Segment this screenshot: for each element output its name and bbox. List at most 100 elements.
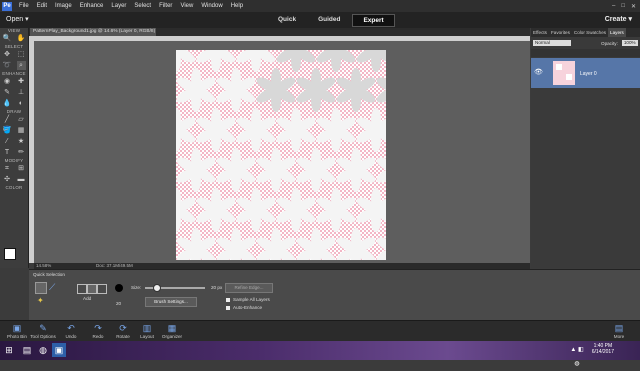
hand-tool-icon[interactable]: ✋	[17, 34, 26, 43]
layers-toolbar	[531, 49, 640, 57]
opacity-input[interactable]: 100%	[621, 40, 638, 46]
mode-guided-tab[interactable]: Guided	[308, 14, 350, 27]
close-button[interactable]: ✕	[631, 3, 636, 10]
brush-size-number: 20	[116, 301, 122, 306]
menu-edit[interactable]: Edit	[33, 3, 51, 9]
paint-bucket-tool-icon[interactable]: 🪣	[3, 126, 12, 135]
mode-quick-tab[interactable]: Quick	[268, 14, 306, 27]
content-aware-move-icon[interactable]: ✣	[3, 175, 12, 184]
organizer-button[interactable]: ▦ Organizer	[157, 323, 187, 339]
tool-options-icon: ✎	[39, 323, 47, 333]
tab-effects[interactable]: Effects	[531, 28, 549, 37]
pattern-image	[176, 50, 386, 260]
smart-brush-tool-icon[interactable]: ✎	[3, 88, 12, 97]
spot-healing-tool-icon[interactable]: ✚	[17, 77, 26, 86]
tool-options-title: Quick Selection	[33, 272, 65, 277]
maximize-button[interactable]: □	[621, 3, 625, 10]
crop-tool-icon[interactable]: ⌗	[3, 164, 12, 173]
more-button[interactable]: ▤ More	[604, 323, 634, 339]
menu-image[interactable]: Image	[51, 3, 76, 9]
more-icon: ▤	[614, 323, 624, 333]
zoom-level-readout[interactable]: 14.58%	[36, 263, 51, 268]
document-canvas[interactable]	[176, 50, 386, 260]
custom-shape-tool-icon[interactable]: ★	[17, 137, 26, 146]
sponge-tool-icon[interactable]: ◐	[17, 99, 26, 108]
quick-select-mode-icon[interactable]	[35, 282, 47, 294]
blur-tool-icon[interactable]: 💧	[3, 99, 12, 108]
size-label: Size:	[131, 285, 142, 290]
subtract-selection-icon[interactable]	[97, 284, 107, 294]
section-enhance-label: ENHANCE	[2, 71, 26, 76]
gradient-tool-icon[interactable]: ▦	[17, 126, 26, 135]
brush-mode-icon[interactable]: ⟋	[49, 282, 59, 292]
explorer-icon[interactable]: ▤	[20, 343, 34, 357]
undo-icon: ↶	[67, 323, 75, 333]
foreground-color-swatch[interactable]	[4, 248, 16, 260]
layer-options-row: Normal Opacity: 100%	[533, 39, 638, 47]
auto-selection-icon[interactable]: ✦	[37, 296, 47, 306]
taskbar-clock[interactable]: 1:40 PM 6/14/2017	[592, 343, 614, 355]
new-selection-icon[interactable]	[77, 284, 87, 294]
mode-expert-tab[interactable]: Expert	[352, 14, 395, 27]
visibility-eye-icon[interactable]: 👁	[534, 68, 543, 76]
blend-mode-select[interactable]: Normal	[533, 40, 571, 46]
size-slider-handle[interactable]	[153, 284, 161, 292]
section-color-label: COLOR	[5, 185, 23, 190]
menu-file[interactable]: File	[15, 3, 33, 9]
lasso-tool-icon[interactable]: ➰	[3, 61, 12, 70]
menu-layer[interactable]: Layer	[107, 3, 130, 9]
sample-all-checkbox[interactable]	[226, 298, 230, 302]
mode-bar: Open ▾ Quick Guided Expert Create ▾	[0, 12, 640, 28]
move-tool-icon[interactable]: ✥	[3, 50, 12, 59]
type-tool-icon[interactable]: T	[3, 148, 12, 157]
menu-help[interactable]: Help	[227, 3, 247, 9]
windows-taskbar	[0, 341, 640, 360]
refine-edge-button[interactable]: Refine Edge...	[225, 283, 273, 293]
app-logo: Pe	[2, 1, 12, 11]
open-button[interactable]: Open ▾	[6, 15, 29, 23]
tool-options-panel: Quick Selection ⟋ ✦ Add 20 Size: 20 px B…	[29, 269, 640, 321]
recompose-tool-icon[interactable]: ⊞	[17, 164, 26, 173]
menu-enhance[interactable]: Enhance	[76, 3, 108, 9]
eye-tool-icon[interactable]: ◉	[3, 77, 12, 86]
tool-options-button[interactable]: ✎ Tool Options	[28, 323, 58, 339]
menu-select[interactable]: Select	[130, 3, 155, 9]
auto-enhance-checkbox[interactable]	[226, 306, 230, 310]
zoom-tool-icon[interactable]: 🔍	[3, 34, 12, 43]
color-picker-tool-icon[interactable]: ⁄	[3, 137, 12, 146]
start-button-icon[interactable]: ⊞	[2, 343, 16, 357]
brush-preview-icon[interactable]	[115, 284, 123, 292]
marquee-tool-icon[interactable]: ⬚	[17, 50, 26, 59]
clone-stamp-tool-icon[interactable]: ⊥	[17, 88, 26, 97]
photoshop-elements-taskbar-icon[interactable]: ▣	[52, 343, 66, 357]
brush-tool-icon[interactable]: ╱	[3, 115, 12, 124]
tab-favorites[interactable]: Favorites	[549, 28, 572, 37]
create-button[interactable]: Create ▾	[605, 15, 632, 23]
brush-settings-button[interactable]: Brush Settings...	[145, 297, 197, 307]
bottom-bar: ▣ Photo Bin ✎ Tool Options ↶ Undo ↷ Redo ⟳ Ro…	[0, 320, 640, 342]
menu-view[interactable]: View	[176, 3, 197, 9]
quick-selection-tool-icon[interactable]: ⌕	[16, 61, 26, 70]
size-value: 20 px	[211, 285, 223, 290]
tray-icons[interactable]: ▲ ◧ ◍	[570, 343, 584, 367]
clock-date: 6/14/2017	[591, 349, 614, 355]
organizer-icon: ▦	[167, 323, 177, 333]
menu-window[interactable]: Window	[197, 3, 226, 9]
eraser-tool-icon[interactable]: ▱	[17, 115, 26, 124]
tab-color-swatches[interactable]: Color Swatches	[572, 28, 608, 37]
sample-all-label: Sample All Layers	[233, 297, 270, 302]
undo-button[interactable]: ↶ Undo	[56, 323, 86, 339]
document-tab[interactable]: PatternPlay_Background1.jpg @ 14.6% (Lay…	[30, 28, 156, 36]
doc-size-readout: Doc: 37.1M/49.5M	[96, 263, 133, 268]
minimize-button[interactable]: –	[612, 3, 615, 10]
add-to-selection-icon[interactable]	[87, 284, 97, 294]
pencil-tool-icon[interactable]: ✏	[17, 148, 26, 157]
straighten-tool-icon[interactable]: ▬	[17, 175, 26, 184]
layer-name[interactable]: Layer 0	[580, 71, 597, 77]
browser-icon[interactable]: ◍	[36, 343, 50, 357]
tab-layers[interactable]: Layers	[608, 28, 626, 37]
opacity-label: Opacity:	[601, 40, 618, 46]
panel-tabs: Effects Favorites Color Swatches Layers	[531, 28, 640, 37]
menu-filter[interactable]: Filter	[155, 3, 176, 9]
auto-enhance-label: Auto-Enhance	[233, 305, 263, 310]
